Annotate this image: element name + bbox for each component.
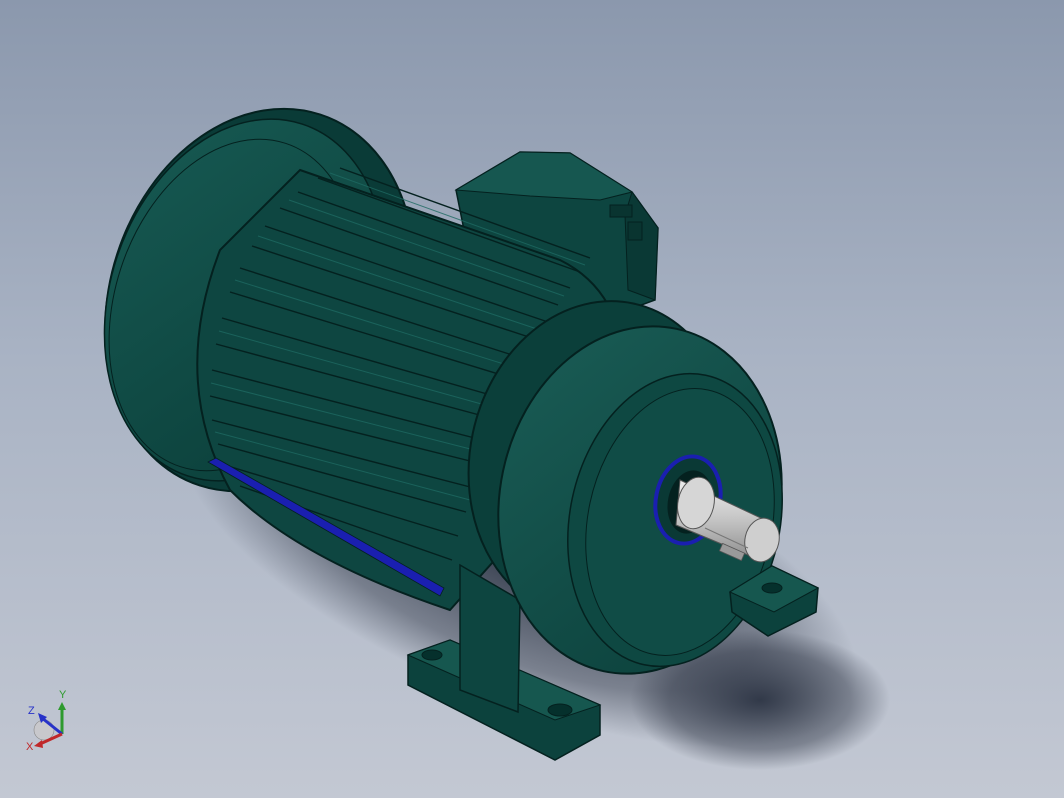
orientation-triad[interactable]: Y Z X <box>22 682 78 754</box>
z-axis-label: Z <box>28 705 35 717</box>
x-axis-arrow <box>34 740 43 748</box>
cad-viewport[interactable]: Y Z X <box>0 0 1064 798</box>
y-axis-label: Y <box>59 689 67 701</box>
x-axis-label: X <box>26 741 34 753</box>
y-axis-arrow <box>58 702 66 710</box>
triad-sphere <box>33 719 55 741</box>
gear-motor-model[interactable] <box>0 0 1064 798</box>
